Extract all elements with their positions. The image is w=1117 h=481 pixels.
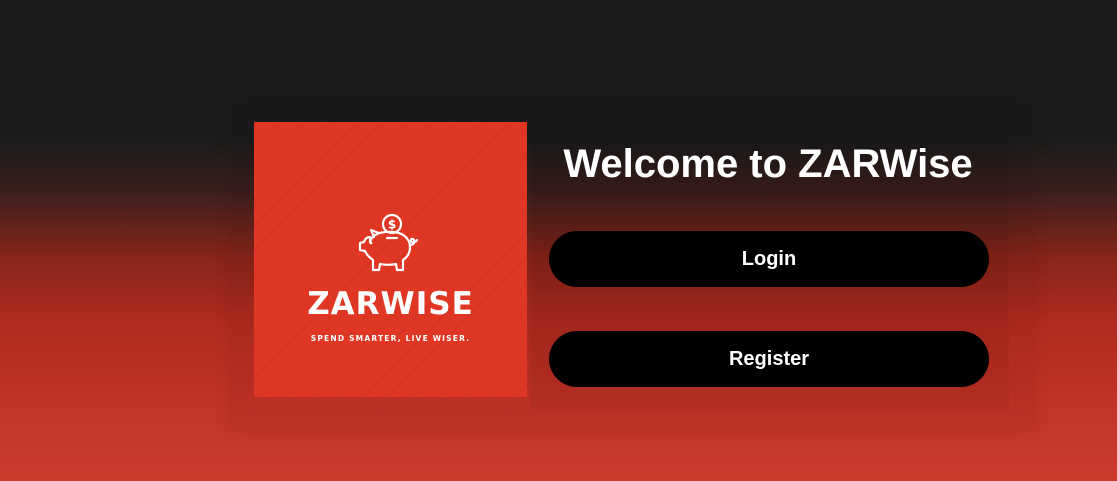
piggy-bank-icon: $ bbox=[358, 213, 419, 272]
svg-text:$: $ bbox=[388, 218, 396, 232]
login-button[interactable]: Login bbox=[549, 231, 989, 287]
zarwise-logo: $ ZARWISE SPEND SMARTER, LIVE WISER. bbox=[254, 122, 527, 397]
logo-brand-name: ZARWISE bbox=[307, 286, 474, 322]
register-button[interactable]: Register bbox=[549, 331, 989, 387]
logo-tagline: SPEND SMARTER, LIVE WISER. bbox=[310, 334, 471, 343]
page-title: Welcome to ZARWise bbox=[563, 142, 973, 186]
